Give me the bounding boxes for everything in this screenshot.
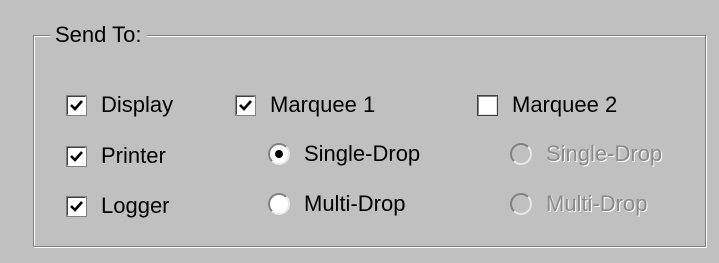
- display-label: Display: [101, 92, 174, 117]
- marquee2-checkbox-row[interactable]: Marquee 2: [477, 90, 617, 120]
- marquee2-label: Marquee 2: [512, 92, 618, 117]
- logger-checkbox[interactable]: [66, 195, 87, 217]
- marquee1-checkbox[interactable]: [235, 94, 256, 116]
- send-to-dialog: { "group": { "title": "Send To:" }, "che…: [0, 0, 719, 263]
- checkmark-icon: [70, 150, 83, 162]
- checkmark-icon: [70, 200, 83, 212]
- send-to-group-title: Send To:: [50, 22, 148, 48]
- printer-checkbox-row[interactable]: Printer: [66, 141, 166, 171]
- marquee2-multi-drop-radio: [510, 193, 532, 215]
- printer-label: Printer: [101, 143, 166, 168]
- marquee1-multi-drop-label: Multi-Drop: [304, 191, 406, 216]
- logger-label: Logger: [101, 193, 170, 218]
- marquee1-single-drop-row[interactable]: Single-Drop: [268, 139, 420, 169]
- checkmark-icon: [239, 99, 252, 111]
- marquee1-multi-drop-row[interactable]: Multi-Drop: [268, 189, 405, 219]
- marquee1-single-drop-radio[interactable]: [268, 143, 290, 165]
- marquee1-multi-drop-radio[interactable]: [268, 193, 290, 215]
- marquee2-single-drop-row: Single-Drop: [510, 139, 662, 169]
- printer-checkbox[interactable]: [66, 145, 87, 167]
- marquee2-single-drop-radio: [510, 143, 532, 165]
- display-checkbox-row[interactable]: Display: [66, 90, 173, 120]
- marquee1-single-drop-label: Single-Drop: [304, 141, 421, 166]
- marquee2-multi-drop-label: Multi-Drop: [546, 191, 648, 216]
- marquee2-multi-drop-row: Multi-Drop: [510, 189, 647, 219]
- marquee1-checkbox-row[interactable]: Marquee 1: [235, 90, 375, 120]
- marquee1-label: Marquee 1: [270, 92, 376, 117]
- marquee2-checkbox[interactable]: [477, 94, 498, 116]
- checkmark-icon: [70, 99, 83, 111]
- logger-checkbox-row[interactable]: Logger: [66, 191, 170, 221]
- radio-selected-dot: [275, 150, 283, 158]
- marquee2-single-drop-label: Single-Drop: [546, 141, 663, 166]
- display-checkbox[interactable]: [66, 94, 87, 116]
